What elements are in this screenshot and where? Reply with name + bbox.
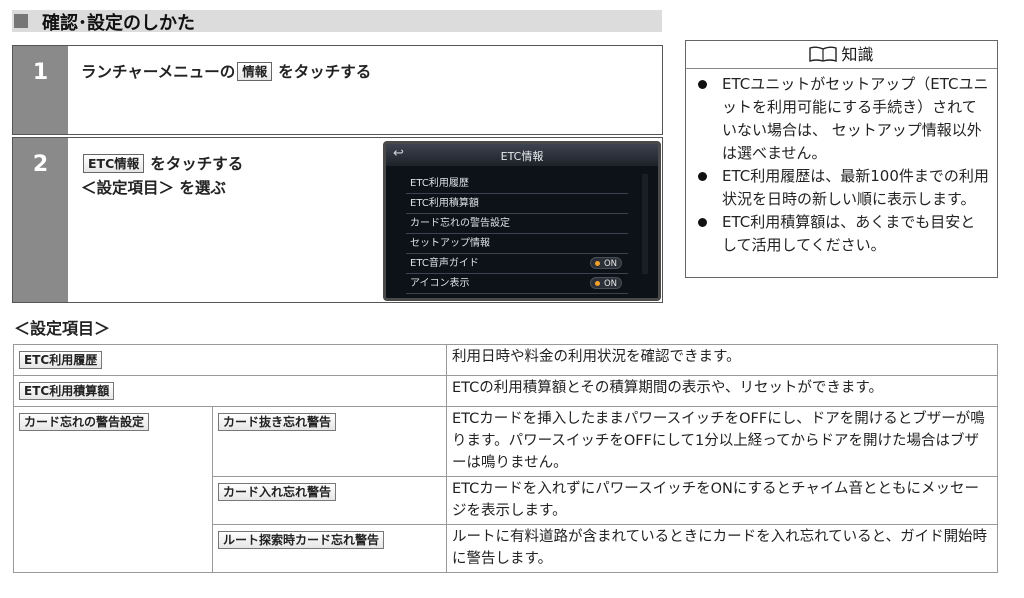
etc-info-screen: ↩ ETC情報 ETC利用履歴 ETC利用積算額 カード忘れの警告設定 セットア… [383, 141, 661, 301]
table-sublabel-cell: カード入れ忘れ警告 [211, 476, 448, 525]
knowledge-item: ETCユニットがセットアップ（ETCユニットを利用可能にする手続き）されていない… [694, 73, 989, 165]
table-label-cell: ETC利用積算額 [12, 375, 448, 407]
knowledge-title: 知識 [841, 45, 874, 64]
screen-menu-list: ETC利用履歴 ETC利用積算額 カード忘れの警告設定 セットアップ情報 ETC… [406, 174, 628, 294]
step-1: 1 ランチャーメニューの 情報 をタッチする [12, 45, 663, 135]
table-desc-cell: 利用日時や料金の利用状況を確認できます。 [446, 344, 998, 376]
bullet-icon [698, 218, 707, 227]
setting-label: ETC利用履歴 [19, 351, 103, 369]
step-1-text-after: をタッチする [278, 63, 372, 81]
table-label-cell: カード忘れの警告設定 [13, 406, 213, 573]
step-number: 2 [13, 138, 68, 302]
screen-title-bar: ↩ ETC情報 [386, 144, 658, 166]
table-desc-cell: ETCカードを挿入したままパワースイッチをOFFにし、ドアを開けるとブザーが鳴り… [446, 406, 998, 477]
table-label-cell: ETC利用履歴 [12, 344, 448, 376]
table-row: ETC利用履歴 利用日時や料金の利用状況を確認できます。 [12, 344, 998, 376]
section-header: 確認･設定のしかた [12, 10, 662, 34]
toggle-indicator-icon [595, 261, 600, 266]
step-number: 1 [13, 46, 68, 134]
step-1-instruction: ランチャーメニューの 情報 をタッチする [81, 60, 371, 84]
table-sublabel-cell: ルート探索時カード忘れ警告 [211, 524, 448, 573]
toggle-switch[interactable]: ON [590, 257, 622, 269]
section-marker-icon [14, 14, 28, 28]
knowledge-item: ETC利用履歴は、最新100件までの利用状況を日時の新しい順に表示します。 [694, 165, 989, 211]
setting-sublabel: ルート探索時カード忘れ警告 [218, 531, 385, 549]
screen-menu-item[interactable]: アイコン表示 ON [406, 274, 628, 294]
screen-scrollbar[interactable] [642, 174, 648, 274]
settings-heading: ＜設定項目＞ [14, 319, 111, 338]
screen-title: ETC情報 [500, 150, 544, 163]
table-desc-cell: ETCカードを入れずにパワースイッチをONにするとチャイム音とともにメッセージを… [446, 476, 998, 525]
step-2-instruction: ETC情報 をタッチする ＜設定項目＞ を選ぶ [81, 152, 243, 200]
setting-sublabel: カード入れ忘れ警告 [218, 483, 337, 501]
knowledge-list: ETCユニットがセットアップ（ETCユニットを利用可能にする手続き）されていない… [694, 73, 989, 257]
step-2-line2: ＜設定項目＞ を選ぶ [81, 179, 226, 197]
book-icon [809, 46, 838, 62]
screen-menu-item[interactable]: ETC利用積算額 [406, 194, 628, 214]
settings-table: ETC利用履歴 利用日時や料金の利用状況を確認できます。 ETC利用積算額 ET… [12, 344, 998, 573]
step-1-text-before: ランチャーメニューの [81, 63, 236, 81]
knowledge-item: ETC利用積算額は、あくまでも目安として活用してください。 [694, 211, 989, 257]
bullet-icon [698, 80, 707, 89]
screen-menu-item[interactable]: セットアップ情報 [406, 234, 628, 254]
screen-menu-item[interactable]: ETC利用履歴 [406, 174, 628, 194]
bullet-icon [698, 172, 707, 181]
knowledge-box: 知識 ETCユニットがセットアップ（ETCユニットを利用可能にする手続き）されて… [685, 40, 998, 278]
etc-info-button-label: ETC情報 [83, 154, 145, 173]
setting-label: ETC利用積算額 [19, 382, 115, 400]
step-2-text-after: をタッチする [150, 155, 244, 173]
setting-sublabel: カード抜き忘れ警告 [218, 413, 337, 431]
table-row: ETC利用積算額 ETCの利用積算額とその積算期間の表示や、リセットができます。 [12, 375, 998, 407]
screen-menu-item[interactable]: ETC音声ガイド ON [406, 254, 628, 274]
section-title: 確認･設定のしかた [42, 13, 195, 34]
table-sublabel-cell: カード抜き忘れ警告 [211, 406, 448, 477]
screen-menu-item[interactable]: カード忘れの警告設定 [406, 214, 628, 234]
info-button-label: 情報 [237, 62, 273, 81]
knowledge-header: 知識 [686, 41, 997, 69]
toggle-switch[interactable]: ON [590, 277, 622, 289]
toggle-indicator-icon [595, 281, 600, 286]
table-desc-cell: ルートに有料道路が含まれているときにカードを入れ忘れていると、ガイド開始時に警告… [446, 524, 998, 573]
table-desc-cell: ETCの利用積算額とその積算期間の表示や、リセットができます。 [446, 375, 998, 407]
setting-label: カード忘れの警告設定 [19, 413, 150, 431]
table-row: カード忘れの警告設定 カード抜き忘れ警告 ETCカードを挿入したままパワースイッ… [13, 406, 998, 573]
